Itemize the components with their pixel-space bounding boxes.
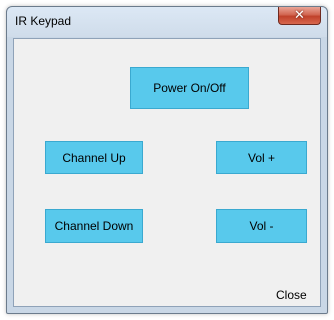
channel-down-button[interactable]: Channel Down: [45, 209, 143, 243]
power-on-off-button[interactable]: Power On/Off: [130, 67, 249, 109]
window-close-button[interactable]: ✕: [278, 7, 321, 25]
window-title: IR Keypad: [15, 14, 72, 28]
channel-up-button[interactable]: Channel Up: [45, 141, 143, 174]
ir-keypad-window: IR Keypad ✕ Power On/Off Channel Up Vol …: [6, 6, 328, 314]
close-button[interactable]: Close: [276, 288, 307, 302]
keypad-panel: Power On/Off Channel Up Vol + Channel Do…: [13, 38, 321, 307]
vol-down-button[interactable]: Vol -: [216, 209, 307, 243]
close-icon: ✕: [294, 8, 305, 23]
vol-up-button[interactable]: Vol +: [216, 141, 307, 174]
